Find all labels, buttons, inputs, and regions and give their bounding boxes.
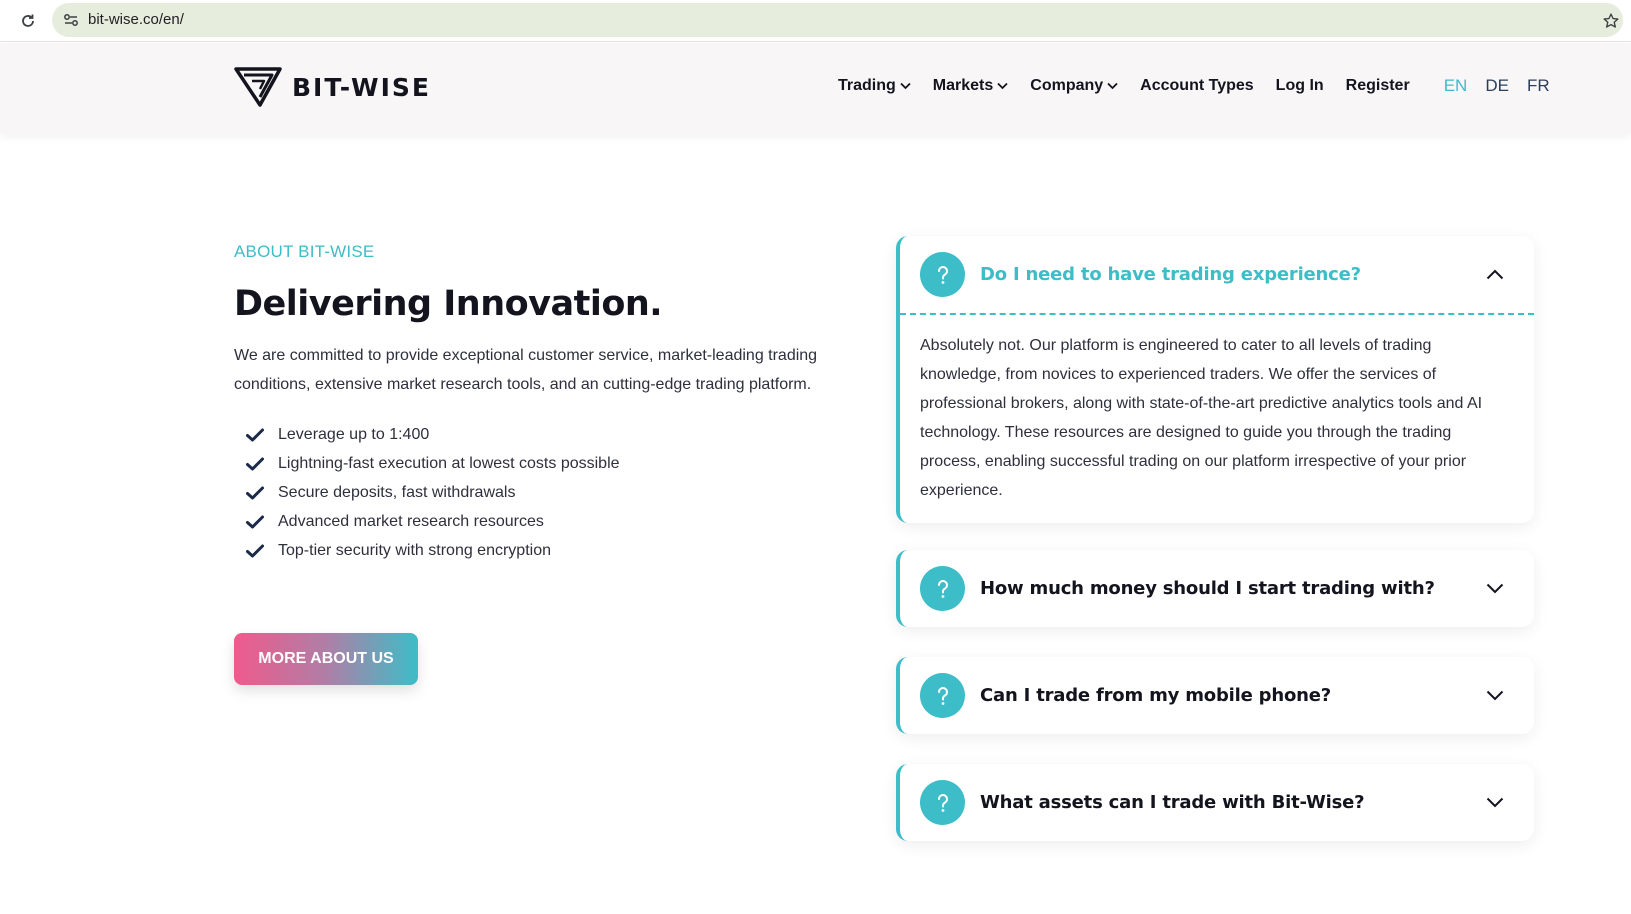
nav-company-label: Company	[1030, 77, 1104, 94]
faq-item: Can I trade from my mobile phone?	[896, 657, 1534, 734]
feature-item: Lightning-fast execution at lowest costs…	[246, 449, 620, 478]
chevron-up-icon[interactable]	[1484, 264, 1506, 286]
feature-item: Secure deposits, fast withdrawals	[246, 478, 620, 507]
url-text[interactable]: bit-wise.co/en/	[88, 11, 184, 28]
nav-markets-label: Markets	[932, 77, 994, 94]
nav-markets[interactable]: Markets	[933, 77, 1008, 95]
faq-question-header[interactable]: Can I trade from my mobile phone?	[900, 657, 1534, 734]
chevron-down-icon[interactable]	[1484, 685, 1506, 707]
faq-item: How much money should I start trading wi…	[896, 550, 1534, 627]
star-icon[interactable]	[1599, 9, 1623, 33]
question-icon	[920, 252, 965, 297]
faq-question-header[interactable]: How much money should I start trading wi…	[900, 550, 1534, 627]
nav-register-label: Register	[1345, 77, 1410, 94]
faq-question-header[interactable]: What assets can I trade with Bit-Wise?	[900, 764, 1534, 841]
more-about-us-button[interactable]: MORE ABOUT US	[234, 633, 418, 685]
feature-text: Lightning-fast execution at lowest costs…	[278, 454, 620, 472]
feature-text: Secure deposits, fast withdrawals	[278, 483, 516, 501]
faq-item: What assets can I trade with Bit-Wise?	[896, 764, 1534, 841]
section-description: We are committed to provide exceptional …	[234, 347, 818, 393]
faq-question-text: How much money should I start trading wi…	[980, 578, 1435, 599]
nav-register[interactable]: Register	[1346, 77, 1410, 95]
reload-icon[interactable]	[16, 9, 40, 33]
site-header: BIT-WISE Trading Markets Company Account…	[0, 43, 1631, 134]
faq-answer-text: Absolutely not. Our platform is engineer…	[920, 337, 1483, 499]
nav-trading[interactable]: Trading	[838, 77, 911, 95]
question-icon	[920, 780, 965, 825]
section-heading: Delivering Innovation.	[234, 284, 663, 324]
chevron-down-icon[interactable]	[1484, 792, 1506, 814]
check-icon	[246, 542, 264, 560]
site-info-icon[interactable]	[62, 11, 80, 29]
feature-text: Top-tier security with strong encryption	[278, 541, 551, 559]
feature-text: Leverage up to 1:400	[278, 425, 430, 443]
lang-en[interactable]: EN	[1444, 76, 1468, 96]
feature-text: Advanced market research resources	[278, 512, 544, 530]
nav-account-types-label: Account Types	[1140, 77, 1254, 94]
check-icon	[246, 513, 264, 531]
chevron-down-icon	[1107, 82, 1118, 90]
section-eyebrow: ABOUT BIT-WISE	[234, 242, 375, 261]
feature-item: Advanced market research resources	[246, 507, 620, 536]
feature-list: Leverage up to 1:400 Lightning-fast exec…	[246, 420, 620, 565]
nav-login-label: Log In	[1275, 77, 1324, 94]
chevron-down-icon[interactable]	[1484, 578, 1506, 600]
browser-toolbar: bit-wise.co/en/	[0, 0, 1631, 42]
nav-company[interactable]: Company	[1030, 77, 1118, 95]
logo[interactable]: BIT-WISE	[234, 67, 431, 107]
nav-account-types[interactable]: Account Types	[1140, 77, 1254, 95]
logo-mark-icon	[234, 67, 282, 107]
chevron-down-icon	[997, 82, 1008, 90]
logo-text: BIT-WISE	[292, 72, 431, 102]
main-nav: Trading Markets Company Account Types Lo…	[838, 76, 1550, 96]
faq-question-header[interactable]: Do I need to have trading experience?	[900, 236, 1534, 313]
check-icon	[246, 426, 264, 444]
lang-de[interactable]: DE	[1485, 76, 1509, 96]
faq-question-text: Do I need to have trading experience?	[980, 264, 1361, 285]
nav-login[interactable]: Log In	[1276, 77, 1324, 95]
question-icon	[920, 566, 965, 611]
nav-trading-label: Trading	[838, 77, 896, 94]
check-icon	[246, 484, 264, 502]
address-bar[interactable]: bit-wise.co/en/	[52, 3, 1623, 37]
chevron-down-icon	[900, 82, 911, 90]
feature-item: Top-tier security with strong encryption	[246, 536, 620, 565]
check-icon	[246, 455, 264, 473]
faq-question-text: What assets can I trade with Bit-Wise?	[980, 792, 1365, 813]
question-icon	[920, 673, 965, 718]
faq-item-open: Do I need to have trading experience? Ab…	[896, 236, 1534, 523]
feature-item: Leverage up to 1:400	[246, 420, 620, 449]
faq-question-text: Can I trade from my mobile phone?	[980, 685, 1331, 706]
lang-fr[interactable]: FR	[1527, 76, 1550, 96]
